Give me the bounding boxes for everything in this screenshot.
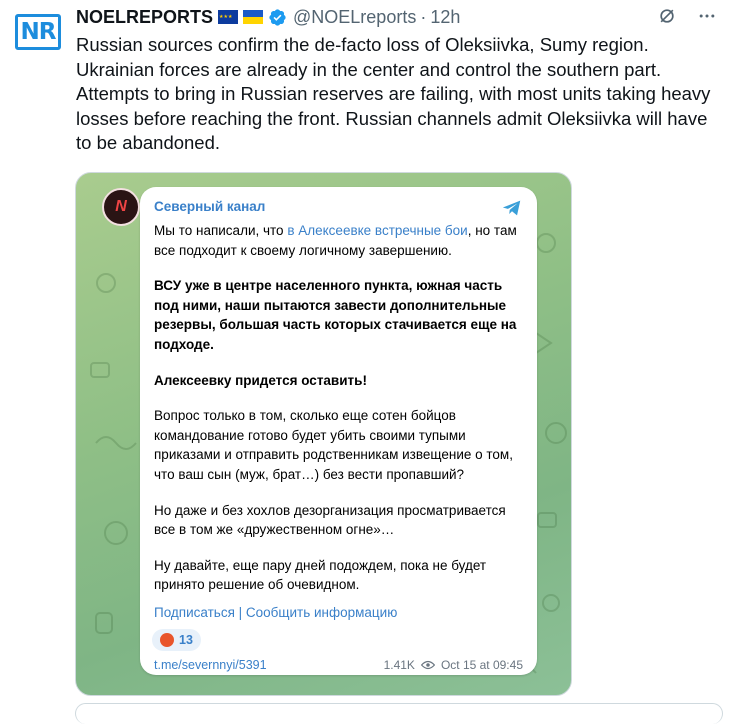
display-name[interactable]: NOELREPORTS <box>76 7 213 28</box>
avatar-logo-text: NR <box>14 14 62 50</box>
author-avatar[interactable]: NR <box>14 8 62 56</box>
post-link: t.me/severnnyi/5391 <box>154 658 267 672</box>
next-card-edge <box>75 703 723 724</box>
more-options-icon[interactable] <box>697 6 717 26</box>
ukraine-flag-icon <box>243 10 264 24</box>
angry-face-icon <box>160 633 174 647</box>
message-stats: 1.41K Oct 15 at 09:45 <box>384 658 523 672</box>
report-info-link: Сообщить информацию <box>245 605 398 620</box>
tweet-media-image[interactable]: N Северный канал Мы то написали, что в А… <box>75 172 572 696</box>
message-paragraph-2: ВСУ уже в центре населенного пункта, южн… <box>154 276 524 354</box>
channel-avatar-letter: N <box>115 198 127 215</box>
message-paragraph-3: Алексеевку придется оставить! <box>154 371 524 391</box>
grok-icon[interactable] <box>657 6 677 26</box>
user-handle[interactable]: @NOELreports <box>293 7 416 28</box>
message-paragraph-4: Вопрос только в том, сколько еще сотен б… <box>154 408 513 482</box>
view-count: 1.41K <box>383 658 415 672</box>
post-date: Oct 15 at 09:45 <box>440 658 523 672</box>
message-paragraph-6: Ну давайте, еще пару дней подождем, пока… <box>154 557 487 593</box>
tweet-header: NOELREPORTS @NOELreports · 12h <box>76 6 717 28</box>
channel-avatar: N <box>102 188 140 226</box>
subscribe-link: Подписаться <box>154 605 235 620</box>
message-actions: Подписаться | Сообщить информацию <box>154 605 397 620</box>
eye-icon <box>420 660 435 670</box>
actions-divider: | <box>234 605 246 620</box>
channel-name: Северный канал <box>154 199 266 214</box>
tweet-text: Russian sources confirm the de-facto los… <box>76 34 711 153</box>
p2-text: ВСУ уже в центре населенного пункта, южн… <box>154 278 517 352</box>
reaction-badge: 13 <box>152 629 201 651</box>
eu-flag-icon <box>218 10 239 24</box>
message-body: Мы то написали, что в Алексеевке встречн… <box>154 221 524 611</box>
message-paragraph-5: Но даже и без хохлов дезорганизация прос… <box>154 502 506 538</box>
telegram-message-bubble: Северный канал Мы то написали, что в Але… <box>140 187 537 675</box>
separator-dot: · <box>420 6 427 27</box>
telegram-icon <box>502 200 521 216</box>
tweet-timestamp[interactable]: 12h <box>430 7 460 28</box>
verified-badge-icon <box>269 8 286 26</box>
message-inline-link: в Алексеевке встречные бои <box>287 223 468 238</box>
reaction-count: 13 <box>179 633 193 647</box>
p3-text: Алексеевку придется оставить! <box>154 372 367 388</box>
message-paragraph-1: Мы то написали, что в Алексеевке встречн… <box>154 221 524 260</box>
p1-prefix: Мы то написали, что <box>154 223 288 238</box>
